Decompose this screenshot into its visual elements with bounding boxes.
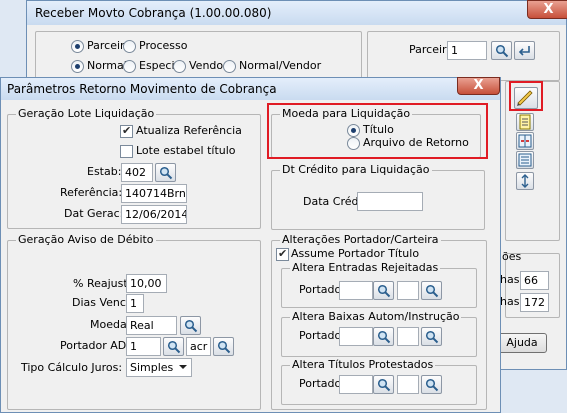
back-window-close-button[interactable]: X [527,0,567,19]
chevron-down-icon [179,365,187,369]
portador-ad-field[interactable]: 1 [126,337,161,356]
protestados-carteira-search-button[interactable] [421,375,442,394]
parceiro-search-button[interactable] [491,41,512,60]
estab-field[interactable]: 402 [121,163,153,182]
magnifier-icon [425,330,439,344]
magnifier-icon [377,284,391,298]
radio-parceiro[interactable] [71,40,84,53]
radio-processo[interactable] [123,40,136,53]
lote-liquidacao-legend: Geração Lote Liquidação [16,107,157,121]
protestados-portador-field[interactable] [339,375,373,394]
baixas-legend: Altera Baixas Autom/Instrução [290,310,462,324]
lote-estabel-label: Lote estabel título [136,144,236,157]
dias-vencto-field[interactable]: 1 [126,294,144,313]
return-arrow-icon [518,46,530,56]
protestados-legend: Altera Títulos Protestados [290,358,436,372]
atualiza-referencia-label: Atualiza Referência [136,124,242,137]
atualiza-referencia-checkbox[interactable] [120,124,133,138]
magnifier-icon [425,284,439,298]
magnifier-icon [495,44,509,58]
dat-gerac-field[interactable]: 12/06/2014 [121,205,187,224]
portador-ad-carteira-field[interactable]: acr [186,337,211,356]
back-left-panel [35,31,362,81]
radio-normal[interactable] [71,60,84,73]
radio-normal-label: Normal [87,59,127,72]
magnifier-icon [159,166,173,180]
portador-ad-label: Portador AD: [60,339,130,352]
radio-vendor-label: Vendor [189,59,228,72]
moeda-field[interactable]: Real [126,316,177,335]
assume-portador-label: Assume Portador Título [291,247,420,260]
stats-field-2: 172 [520,293,549,312]
magnifier-icon [167,340,181,354]
radio-normal-vendor-label: Normal/Vendor [239,59,322,72]
referencia-label: Referência: [60,186,123,199]
magnifier-icon [184,319,198,333]
assume-portador-checkbox[interactable] [276,247,289,261]
alteracoes-legend: Alterações Portador/Carteira [280,233,441,247]
protestados-portador-search-button[interactable] [373,375,394,394]
split-icon [518,134,532,148]
rejeitadas-carteira-field[interactable] [397,281,419,300]
protestados-carteira-field[interactable] [397,375,419,394]
estab-search-button[interactable] [155,163,176,182]
portador-ad-search-button[interactable] [163,337,184,356]
portador-ad-carteira-search-button[interactable] [213,337,234,356]
parceiro-enter-button[interactable] [514,41,535,60]
radio-normal-vendor[interactable] [223,60,236,73]
stats-legend: ões [502,250,522,263]
parameters-dialog: Parâmetros Retorno Movimento de Cobrança… [0,77,501,413]
rejeitadas-legend: Altera Entradas Rejeitadas [290,261,441,275]
radio-vendor[interactable] [173,60,186,73]
referencia-field[interactable]: 140714Brnz [121,184,187,203]
toolbar-doc-button[interactable] [516,113,534,131]
rejeitadas-carteira-search-button[interactable] [421,281,442,300]
toolbar-list-button[interactable] [516,151,534,169]
list-icon [518,153,532,167]
reajuste-field[interactable]: 10,00 [126,274,167,293]
data-credito-field[interactable] [357,192,423,211]
dialog-titlebar: Parâmetros Retorno Movimento de Cobrança… [1,77,500,100]
toolbar-sort-button[interactable] [516,172,534,190]
back-window-title: Receber Movto Cobrança (1.00.00.080) [35,6,272,20]
estab-label: Estab: [87,165,122,178]
toolbar-split-button[interactable] [516,132,534,150]
help-button[interactable]: Ajuda [497,333,547,353]
dialog-close-button[interactable]: X [457,77,500,95]
magnifier-icon [377,330,391,344]
baixas-carteira-search-button[interactable] [421,327,442,346]
tipo-juros-label: Tipo Cálculo Juros: [21,361,123,374]
rejeitadas-portador-search-button[interactable] [373,281,394,300]
aviso-debito-legend: Geração Aviso de Débito [16,233,156,247]
magnifier-icon [425,378,439,392]
tipo-juros-select[interactable]: Simples [126,358,192,377]
stats-field-1: 66 [520,271,549,290]
dt-credito-legend: Dt Crédito para Liquidação [280,163,432,177]
radio-especial[interactable] [123,60,136,73]
moeda-label: Moeda: [90,318,131,331]
magnifier-icon [217,340,231,354]
dat-gerac-label: Dat Gerac: [64,207,124,220]
tipo-juros-value: Simples [130,361,174,374]
baixas-portador-field[interactable] [339,327,373,346]
highlight-edit-button [509,81,543,111]
moeda-search-button[interactable] [180,316,201,335]
magnifier-icon [377,378,391,392]
sort-icon [521,174,529,188]
radio-processo-label: Processo [139,39,188,52]
back-window-titlebar: Receber Movto Cobrança (1.00.00.080) X [27,0,567,25]
document-icon [519,114,531,130]
parceiro-field[interactable]: 1 [447,41,487,60]
lote-estabel-checkbox[interactable] [120,145,133,158]
dialog-title: Parâmetros Retorno Movimento de Cobrança [7,82,277,96]
baixas-carteira-field[interactable] [397,327,419,346]
rejeitadas-portador-field[interactable] [339,281,373,300]
baixas-portador-search-button[interactable] [373,327,394,346]
highlight-moeda-group [267,103,488,159]
